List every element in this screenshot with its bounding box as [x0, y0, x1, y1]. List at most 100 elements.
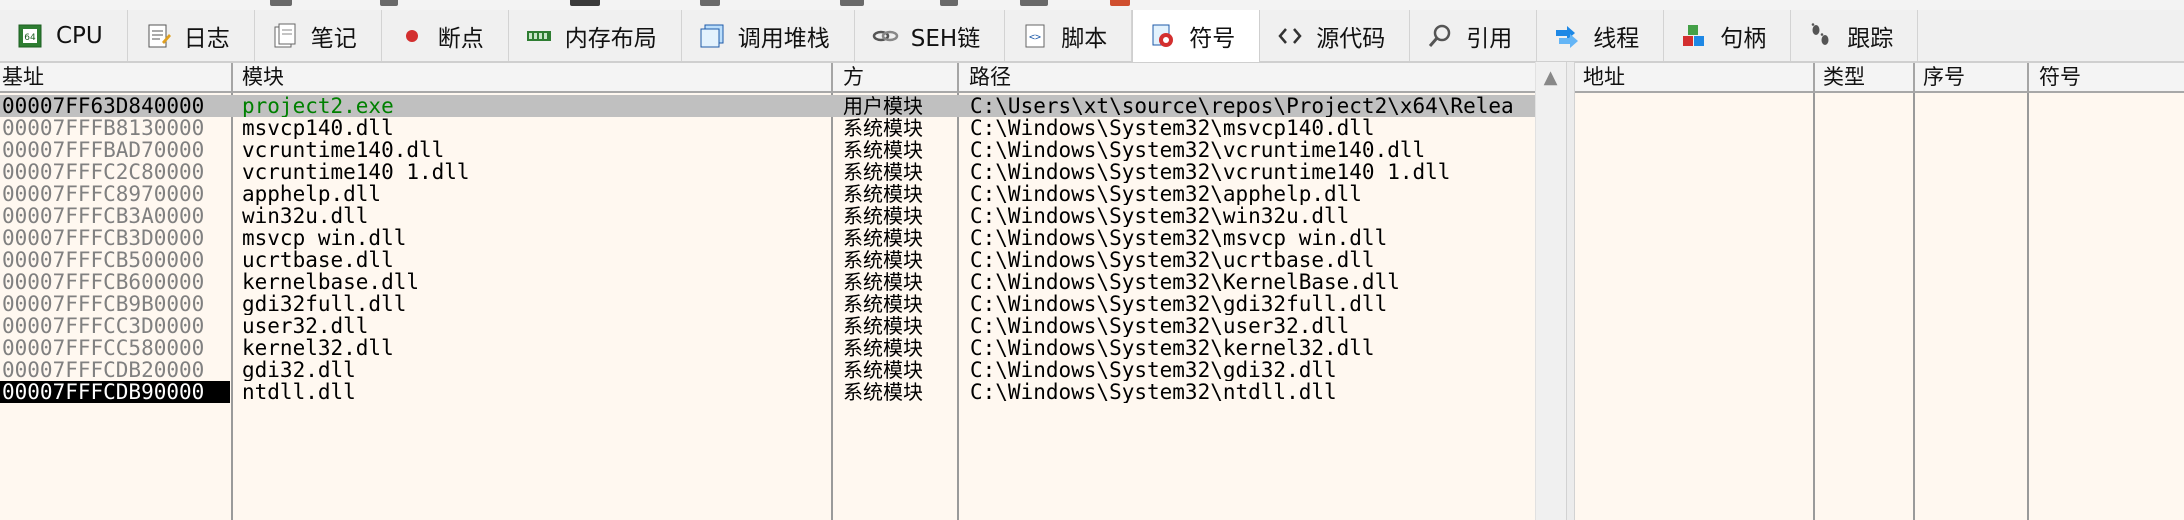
- module-party: 用户模块: [843, 95, 923, 117]
- module-party: 系统模块: [843, 359, 923, 381]
- module-party: 系统模块: [843, 183, 923, 205]
- tab-label: CPU: [56, 22, 103, 49]
- header-party[interactable]: 方: [833, 63, 959, 92]
- table-row[interactable]: 00007FF63D840000 project2.exe 用户模块 C:\Users…: [0, 95, 1535, 117]
- module-name: apphelp.dll: [242, 183, 382, 205]
- table-row[interactable]: 00007FFFCC3D0000 user32.dll 系统模块 C:\Windows…: [0, 315, 1535, 337]
- trace-icon: [1807, 22, 1835, 50]
- tab-source[interactable]: 源代码: [1260, 10, 1411, 61]
- module-name: gdi32full.dll: [242, 293, 407, 315]
- tab-label: 线程: [1593, 25, 1640, 52]
- tab-memory-map[interactable]: 内存布局: [509, 10, 682, 61]
- table-row[interactable]: 00007FFFCB3A0000 win32u.dll 系统模块 C:\Windows…: [0, 205, 1535, 227]
- tab-handles[interactable]: 句柄: [1664, 10, 1792, 61]
- module-base-address: 00007FFFCB3A0000: [2, 205, 205, 227]
- tab-label: 句柄: [1720, 25, 1767, 52]
- table-row[interactable]: 00007FFFCDB90000 ntdll.dll 系统模块 C:\Windows\…: [0, 381, 1535, 403]
- tab-log[interactable]: 日志: [128, 10, 255, 61]
- module-base-address: 00007FFFCDB20000: [2, 359, 205, 381]
- module-base-address: 00007FFFCB500000: [2, 249, 205, 271]
- table-row[interactable]: 00007FFFB8130000 msvcp140.dll 系统模块 C:\Windo…: [0, 117, 1535, 139]
- module-base-address: 00007FFFC2C80000: [2, 161, 205, 183]
- tab-label: SEH链: [910, 25, 981, 52]
- header-base[interactable]: 基址: [0, 63, 233, 92]
- log-icon: [144, 22, 172, 50]
- tab-references[interactable]: 引用: [1410, 10, 1538, 61]
- table-row[interactable]: 00007FFFCB3D0000 msvcp_win.dll 系统模块 C:\Wind…: [0, 227, 1535, 249]
- table-row[interactable]: 00007FFFCB500000 ucrtbase.dll 系统模块 C:\Windo…: [0, 249, 1535, 271]
- module-path: C:\Windows\System32\kernel32.dll: [970, 337, 1375, 359]
- header-path[interactable]: 路径: [959, 63, 1535, 92]
- handles-icon: [1680, 22, 1708, 50]
- header-address[interactable]: 地址: [1575, 63, 1815, 92]
- header-type[interactable]: 类型: [1815, 63, 1915, 92]
- memory-map-icon: [525, 22, 553, 50]
- module-path: C:\Windows\System32\msvcp_win.dll: [970, 227, 1388, 249]
- table-row[interactable]: 00007FFFCC580000 kernel32.dll 系统模块 C:\Windo…: [0, 337, 1535, 359]
- tab-label: 引用: [1466, 25, 1513, 52]
- tab-breakpoints[interactable]: 断点: [382, 10, 509, 61]
- table-row[interactable]: 00007FFFCDB20000 gdi32.dll 系统模块 C:\Windows\…: [0, 359, 1535, 381]
- module-base-address: 00007FFFCB600000: [2, 271, 205, 293]
- source-icon: [1276, 22, 1304, 50]
- scroll-up-arrow-icon[interactable]: ▲: [1535, 62, 1566, 92]
- module-path: C:\Windows\System32\win32u.dll: [970, 205, 1350, 227]
- module-path: C:\Windows\System32\user32.dll: [970, 315, 1350, 337]
- tab-threads[interactable]: 线程: [1537, 10, 1665, 61]
- module-path: C:\Windows\System32\vcruntime140_1.dll: [970, 161, 1451, 183]
- module-path: C:\Windows\System32\KernelBase.dll: [970, 271, 1400, 293]
- panel-splitter[interactable]: [1566, 62, 1575, 520]
- modules-panel[interactable]: 基址 模块 方 路径 00007FF63D840000 project2.exe 用…: [0, 62, 1566, 520]
- module-party: 系统模块: [843, 139, 923, 161]
- module-base-address: 00007FF63D840000: [2, 95, 205, 117]
- module-party: 系统模块: [843, 205, 923, 227]
- breakpoint-icon: [398, 22, 426, 50]
- tab-label: 日志: [183, 25, 230, 52]
- module-path: C:\Windows\System32\vcruntime140.dll: [970, 139, 1426, 161]
- tab-seh-chain[interactable]: SEH链: [855, 10, 1006, 61]
- seh-chain-icon: [871, 22, 899, 50]
- tab-label: 脚本: [1061, 25, 1108, 52]
- module-party: 系统模块: [843, 161, 923, 183]
- module-path: C:\Users\xt\source\repos\Project2\x64\Re…: [970, 95, 1514, 117]
- notes-icon: [271, 22, 299, 50]
- tab-label: 调用堆栈: [737, 25, 830, 52]
- module-base-address: 00007FFFCC580000: [2, 337, 205, 359]
- module-path: C:\Windows\System32\apphelp.dll: [970, 183, 1362, 205]
- tab-cpu[interactable]: 64 CPU: [0, 10, 128, 61]
- column-divider: [1913, 93, 1915, 520]
- module-name: msvcp_win.dll: [242, 227, 407, 249]
- symbols-panel[interactable]: 地址 类型 序号 符号: [1575, 62, 2184, 520]
- module-name: win32u.dll: [242, 205, 369, 227]
- column-divider: [2027, 93, 2029, 520]
- symbols-icon: [1149, 22, 1177, 50]
- module-party: 系统模块: [843, 249, 923, 271]
- module-name: ucrtbase.dll: [242, 249, 394, 271]
- header-ordinal[interactable]: 序号: [1915, 63, 2029, 92]
- table-row[interactable]: 00007FFFC8970000 apphelp.dll 系统模块 C:\Window…: [0, 183, 1535, 205]
- module-name: msvcp140.dll: [242, 117, 394, 139]
- module-base-address: 00007FFFC8970000: [2, 183, 205, 205]
- tab-call-stack[interactable]: 调用堆栈: [682, 10, 855, 61]
- table-row[interactable]: 00007FFFCB9B0000 gdi32full.dll 系统模块 C:\Wind…: [0, 293, 1535, 315]
- module-name: project2.exe: [242, 95, 394, 117]
- tab-symbols[interactable]: 符号: [1132, 10, 1261, 62]
- table-row[interactable]: 00007FFFCB600000 kernelbase.dll 系统模块 C:\Win…: [0, 271, 1535, 293]
- tab-trace[interactable]: 跟踪: [1791, 10, 1919, 61]
- header-symbol[interactable]: 符号: [2029, 63, 2184, 92]
- module-party: 系统模块: [843, 337, 923, 359]
- call-stack-icon: [698, 22, 726, 50]
- tab-notes[interactable]: 笔记: [255, 10, 382, 61]
- tab-script[interactable]: <> 脚本: [1005, 10, 1133, 61]
- tab-label: 断点: [437, 25, 484, 52]
- table-row[interactable]: 00007FFFBAD70000 vcruntime140.dll 系统模块 C:\W…: [0, 139, 1535, 161]
- top-toolbar-remnant: [0, 0, 2184, 10]
- module-base-address: 00007FFFCB3D0000: [2, 227, 205, 249]
- header-module[interactable]: 模块: [233, 63, 833, 92]
- module-party: 系统模块: [843, 271, 923, 293]
- table-row[interactable]: 00007FFFC2C80000 vcruntime140_1.dll 系统模块 C:…: [0, 161, 1535, 183]
- modules-vertical-scrollbar[interactable]: [1535, 62, 1567, 520]
- modules-header: 基址 模块 方 路径: [0, 62, 1535, 93]
- column-divider: [1813, 93, 1815, 520]
- module-name: kernelbase.dll: [242, 271, 420, 293]
